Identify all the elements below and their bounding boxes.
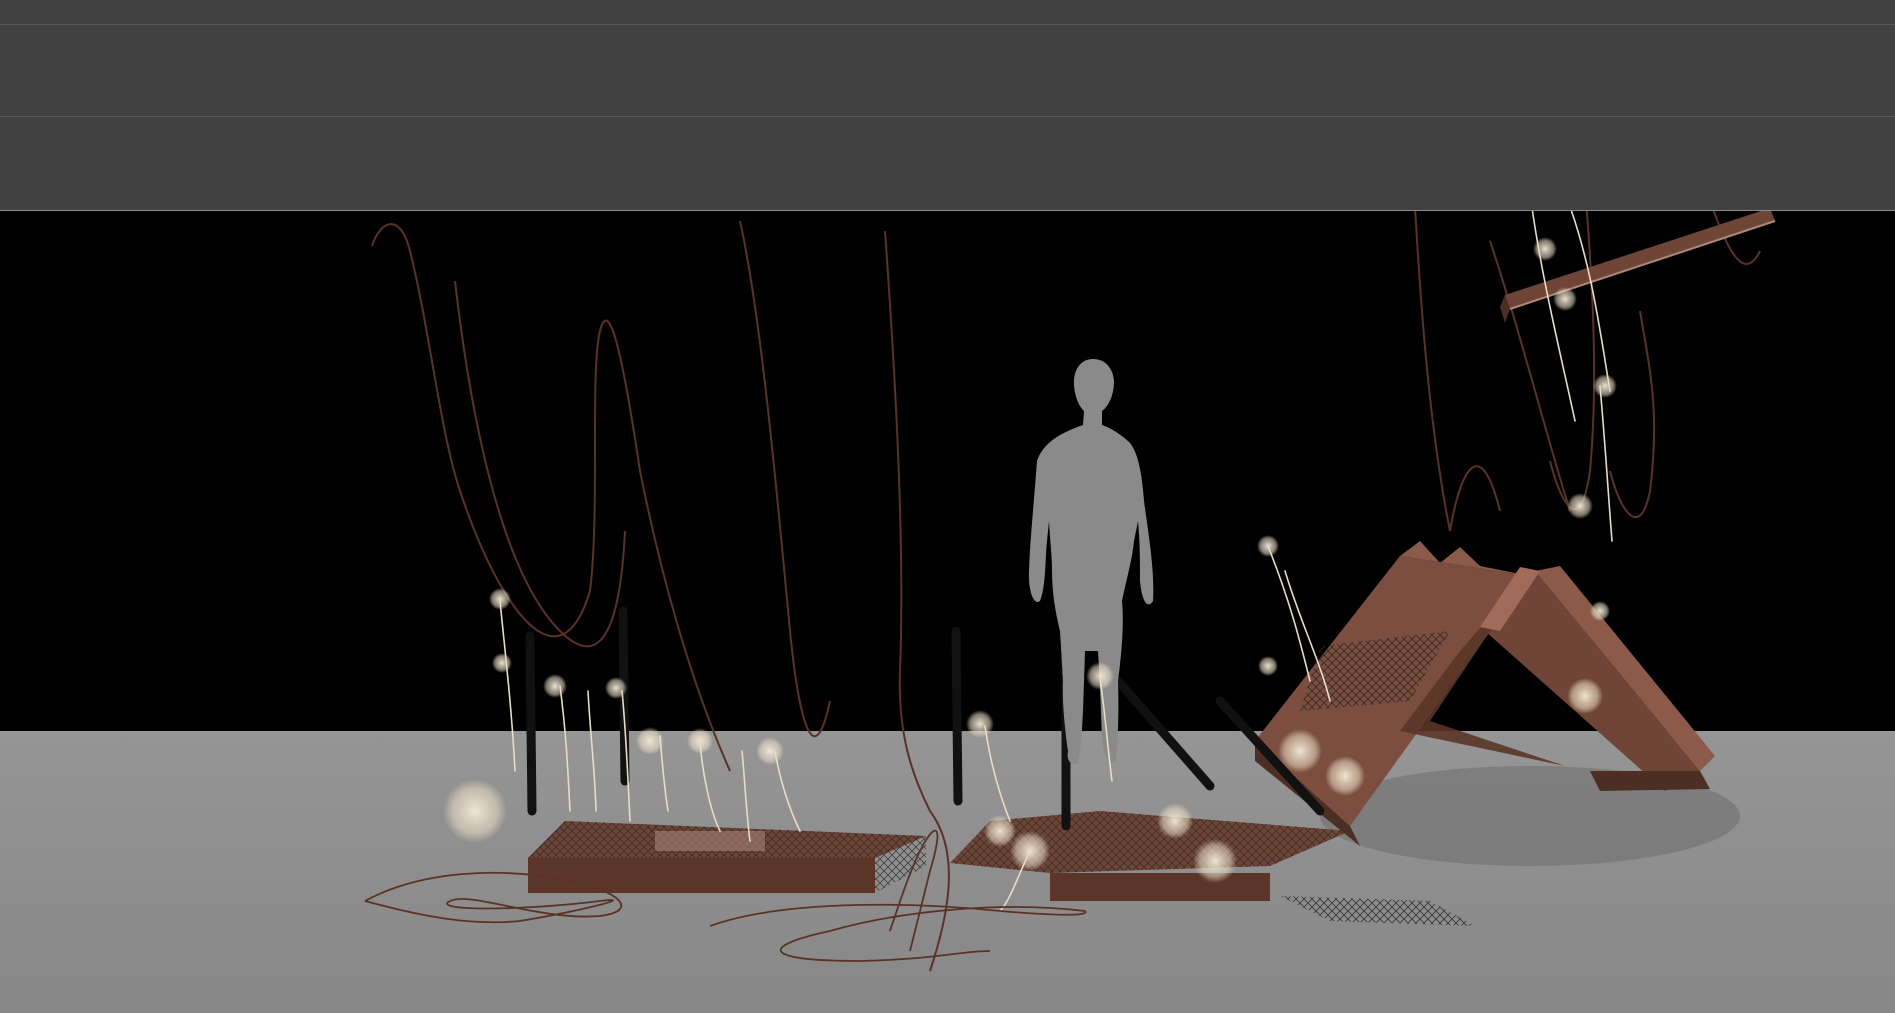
top-bar: [0, 0, 1895, 24]
toolbar-region: [0, 117, 1895, 210]
canvas-viewport[interactable]: [0, 211, 1895, 1013]
toolbar-region: [0, 25, 1895, 116]
app-window: [0, 0, 1895, 1013]
